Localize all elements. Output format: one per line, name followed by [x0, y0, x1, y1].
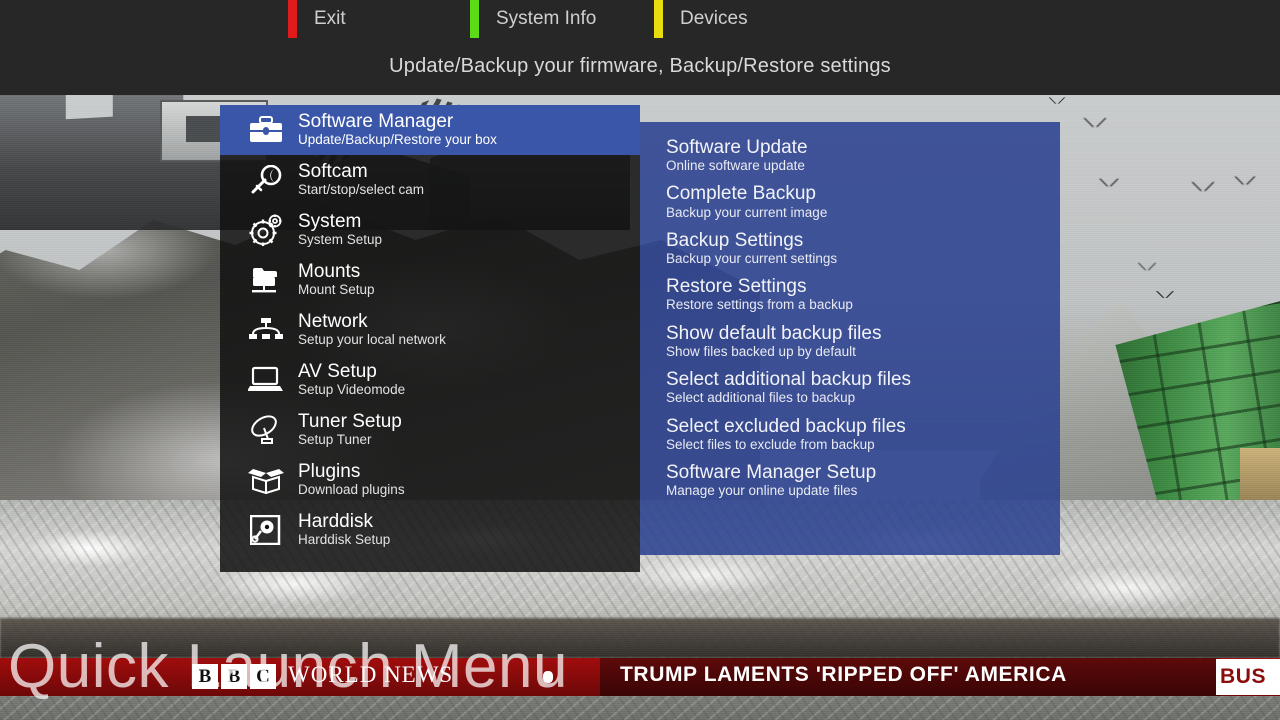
menu-item-subtitle: Setup Tuner — [298, 432, 372, 448]
menu-item-software-manager[interactable]: Software Manager Update/Backup/Restore y… — [220, 105, 640, 155]
menu-item-title: Tuner Setup — [298, 411, 402, 433]
menu-item-tuner-setup[interactable]: Tuner Setup Setup Tuner — [220, 405, 640, 455]
ticker-next-headline-text: BUS — [1220, 665, 1267, 688]
gears-icon — [242, 208, 290, 252]
laptop-icon — [242, 358, 290, 402]
network-drive-icon — [242, 258, 290, 302]
satellite-dish-icon — [242, 408, 290, 452]
submenu-item-complete-backup[interactable]: Complete Backup Backup your current imag… — [666, 183, 1060, 220]
menu-item-subtitle: Mount Setup — [298, 282, 375, 298]
submenu-item-show-default-backup-files[interactable]: Show default backup files Show files bac… — [666, 322, 1060, 359]
menu-item-title: Plugins — [298, 461, 361, 483]
color-key-system-info-label: System Info — [496, 8, 597, 29]
submenu-item-subtitle: Online software update — [666, 158, 805, 174]
menu-item-av-setup[interactable]: AV Setup Setup Videomode — [220, 355, 640, 405]
submenu-item-subtitle: Select files to exclude from backup — [666, 436, 875, 452]
menu-item-text: Harddisk Harddisk Setup — [298, 512, 390, 547]
briefcase-icon — [242, 108, 290, 152]
menu-item-subtitle: Download plugins — [298, 482, 405, 498]
submenu-item-subtitle: Restore settings from a backup — [666, 297, 853, 313]
key-icon — [242, 158, 290, 202]
submenu-item-subtitle: Select additional files to backup — [666, 390, 856, 406]
harddisk-icon — [242, 508, 290, 552]
color-key-devices-label: Devices — [680, 8, 748, 29]
menu-item-text: Tuner Setup Setup Tuner — [298, 412, 402, 447]
menu-item-title: Mounts — [298, 261, 361, 283]
color-key-exit-label: Exit — [314, 8, 346, 29]
menu-item-text: Softcam Start/stop/select cam — [298, 162, 424, 197]
submenu-item-restore-settings[interactable]: Restore Settings Restore settings from a… — [666, 276, 1060, 313]
submenu-item-subtitle: Backup your current image — [666, 204, 828, 220]
screen-title-watermark: Quick Launch Menu — [8, 632, 568, 701]
menu-item-subtitle: Harddisk Setup — [298, 532, 391, 548]
submenu-item-backup-settings[interactable]: Backup Settings Backup your current sett… — [666, 229, 1060, 266]
menu-item-subtitle: System Setup — [298, 232, 383, 248]
menu-item-subtitle: Setup your local network — [298, 332, 446, 348]
menu-item-text: Network Setup your local network — [298, 312, 446, 347]
menu-item-network[interactable]: Network Setup your local network — [220, 305, 640, 355]
menu-item-title: Softcam — [298, 161, 368, 183]
submenu-item-title: Software Update — [666, 137, 808, 158]
color-key-devices[interactable]: Devices — [654, 0, 748, 38]
menu-item-title: Network — [298, 311, 368, 333]
quick-launch-menu-list: Software Manager Update/Backup/Restore y… — [220, 105, 640, 572]
submenu-item-subtitle: Backup your current settings — [666, 250, 838, 266]
menu-item-subtitle: Setup Videomode — [298, 382, 406, 398]
menu-item-subtitle: Start/stop/select cam — [298, 182, 425, 198]
ticker-headline: TRUMP LAMENTS 'RIPPED OFF' AMERICA — [620, 663, 1067, 686]
submenu-item-title: Complete Backup — [666, 183, 816, 205]
red-key-bar — [288, 0, 297, 38]
menu-item-text: Mounts Mount Setup — [298, 262, 375, 297]
menu-item-text: System System Setup — [298, 212, 382, 247]
page-subtitle: Update/Backup your firmware, Backup/Rest… — [389, 55, 891, 77]
menu-item-subtitle: Update/Backup/Restore your box — [298, 132, 497, 148]
software-manager-submenu: Software Update Online software update C… — [640, 122, 1060, 555]
submenu-item-title: Restore Settings — [666, 276, 807, 298]
yellow-key-bar — [654, 0, 663, 38]
menu-item-text: Plugins Download plugins — [298, 462, 405, 497]
menu-item-title: System — [298, 211, 362, 233]
submenu-item-software-manager-setup[interactable]: Software Manager Setup Manage your onlin… — [666, 461, 1060, 499]
submenu-item-software-update[interactable]: Software Update Online software update — [666, 137, 1060, 174]
menu-item-system[interactable]: System System Setup — [220, 205, 640, 255]
submenu-item-title: Backup Settings — [666, 229, 804, 251]
submenu-item-title: Software Manager Setup — [666, 461, 877, 483]
network-tree-icon — [242, 308, 290, 352]
submenu-item-title: Show default backup files — [666, 322, 882, 344]
menu-item-title: Software Manager — [298, 111, 454, 133]
submenu-item-title: Select excluded backup files — [666, 415, 906, 437]
submenu-item-select-excluded-backup-files[interactable]: Select excluded backup files Select file… — [666, 415, 1060, 452]
menu-item-softcam[interactable]: Softcam Start/stop/select cam — [220, 155, 640, 205]
color-key-row: Exit System Info Devices — [0, 0, 1280, 40]
menu-item-text: Software Manager Update/Backup/Restore y… — [298, 112, 497, 147]
top-bar: Exit System Info Devices Update/Backup y… — [0, 0, 1280, 95]
submenu-item-select-additional-backup-files[interactable]: Select additional backup files Select ad… — [666, 369, 1060, 406]
open-box-icon — [242, 458, 290, 502]
menu-item-title: AV Setup — [298, 361, 377, 383]
menu-item-title: Harddisk — [298, 511, 373, 533]
color-key-system-info[interactable]: System Info — [470, 0, 596, 38]
color-key-exit[interactable]: Exit — [288, 0, 346, 38]
submenu-item-title: Select additional backup files — [666, 369, 912, 391]
ticker-next-headline: BUS — [1216, 659, 1280, 695]
submenu-item-subtitle: Manage your online update files — [666, 483, 858, 499]
menu-item-harddisk[interactable]: Harddisk Harddisk Setup — [220, 505, 640, 555]
menu-item-plugins[interactable]: Plugins Download plugins — [220, 455, 640, 505]
tv-screen: Exit System Info Devices Update/Backup y… — [0, 0, 1280, 720]
menu-item-mounts[interactable]: Mounts Mount Setup — [220, 255, 640, 305]
green-key-bar — [470, 0, 479, 38]
submenu-item-subtitle: Show files backed up by default — [666, 343, 856, 359]
menu-item-text: AV Setup Setup Videomode — [298, 362, 405, 397]
